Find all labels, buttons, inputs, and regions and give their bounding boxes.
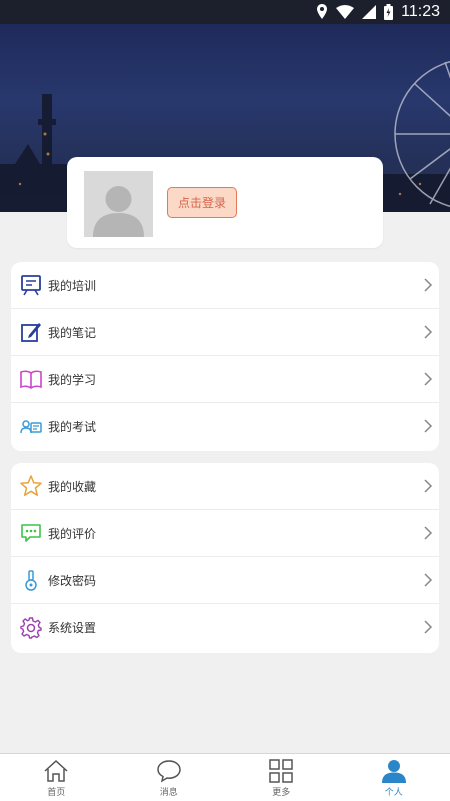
- message-icon: [156, 759, 182, 783]
- cell-signal-icon: [362, 5, 376, 19]
- note-pen-icon: [20, 321, 42, 343]
- tab-more[interactable]: 更多: [225, 754, 338, 801]
- chevron-right-icon: [423, 419, 433, 433]
- tab-messages[interactable]: 消息: [113, 754, 226, 801]
- menu-item-my-favorites[interactable]: 我的收藏: [11, 463, 439, 510]
- wifi-icon: [336, 5, 354, 19]
- tab-profile[interactable]: 个人: [338, 754, 450, 801]
- chevron-right-icon: [423, 573, 433, 587]
- person-icon: [381, 759, 407, 783]
- battery-icon: [384, 4, 393, 20]
- open-book-icon: [20, 368, 42, 390]
- gear-icon: [20, 617, 42, 639]
- menu-item-system-settings[interactable]: 系统设置: [11, 604, 439, 651]
- menu-item-label: 我的收藏: [48, 478, 96, 495]
- tab-label: 个人: [385, 785, 403, 798]
- menu-group-account: 我的收藏 我的评价 修改密码: [11, 463, 439, 653]
- profile-card: 点击登录: [67, 157, 383, 248]
- chevron-right-icon: [423, 372, 433, 386]
- star-icon: [20, 475, 42, 497]
- status-time: 11:23: [401, 3, 440, 21]
- menu-item-label: 我的笔记: [48, 324, 96, 341]
- menu-item-label: 我的培训: [48, 277, 96, 294]
- tab-label: 更多: [272, 785, 290, 798]
- comment-icon: [20, 522, 42, 544]
- exam-icon: [20, 416, 42, 438]
- tab-label: 首页: [47, 785, 65, 798]
- login-button[interactable]: 点击登录: [167, 187, 237, 218]
- key-icon: [20, 569, 42, 591]
- chevron-right-icon: [423, 479, 433, 493]
- menu-item-my-notes[interactable]: 我的笔记: [11, 309, 439, 356]
- grid-icon: [268, 759, 294, 783]
- avatar-placeholder[interactable]: [84, 171, 153, 237]
- chevron-right-icon: [423, 620, 433, 634]
- menu-item-change-password[interactable]: 修改密码: [11, 557, 439, 604]
- tab-label: 消息: [160, 785, 178, 798]
- chevron-right-icon: [423, 325, 433, 339]
- chevron-right-icon: [423, 526, 433, 540]
- location-icon: [316, 4, 328, 20]
- status-bar: 11:23: [0, 0, 450, 24]
- menu-item-label: 我的评价: [48, 525, 96, 542]
- training-board-icon: [20, 274, 42, 296]
- menu-item-label: 系统设置: [48, 619, 96, 636]
- menu-item-label: 我的学习: [48, 371, 96, 388]
- chevron-right-icon: [423, 278, 433, 292]
- menu-item-my-study[interactable]: 我的学习: [11, 356, 439, 403]
- menu-item-label: 修改密码: [48, 572, 96, 589]
- menu-group-learning: 我的培训 我的笔记 我的学习: [11, 262, 439, 451]
- menu-item-my-exam[interactable]: 我的考试: [11, 403, 439, 450]
- home-icon: [43, 759, 69, 783]
- tab-home[interactable]: 首页: [0, 754, 113, 801]
- bottom-tab-bar: 首页 消息 更多 个人: [0, 753, 450, 801]
- menu-item-my-reviews[interactable]: 我的评价: [11, 510, 439, 557]
- menu-item-my-training[interactable]: 我的培训: [11, 262, 439, 309]
- menu-item-label: 我的考试: [48, 418, 96, 435]
